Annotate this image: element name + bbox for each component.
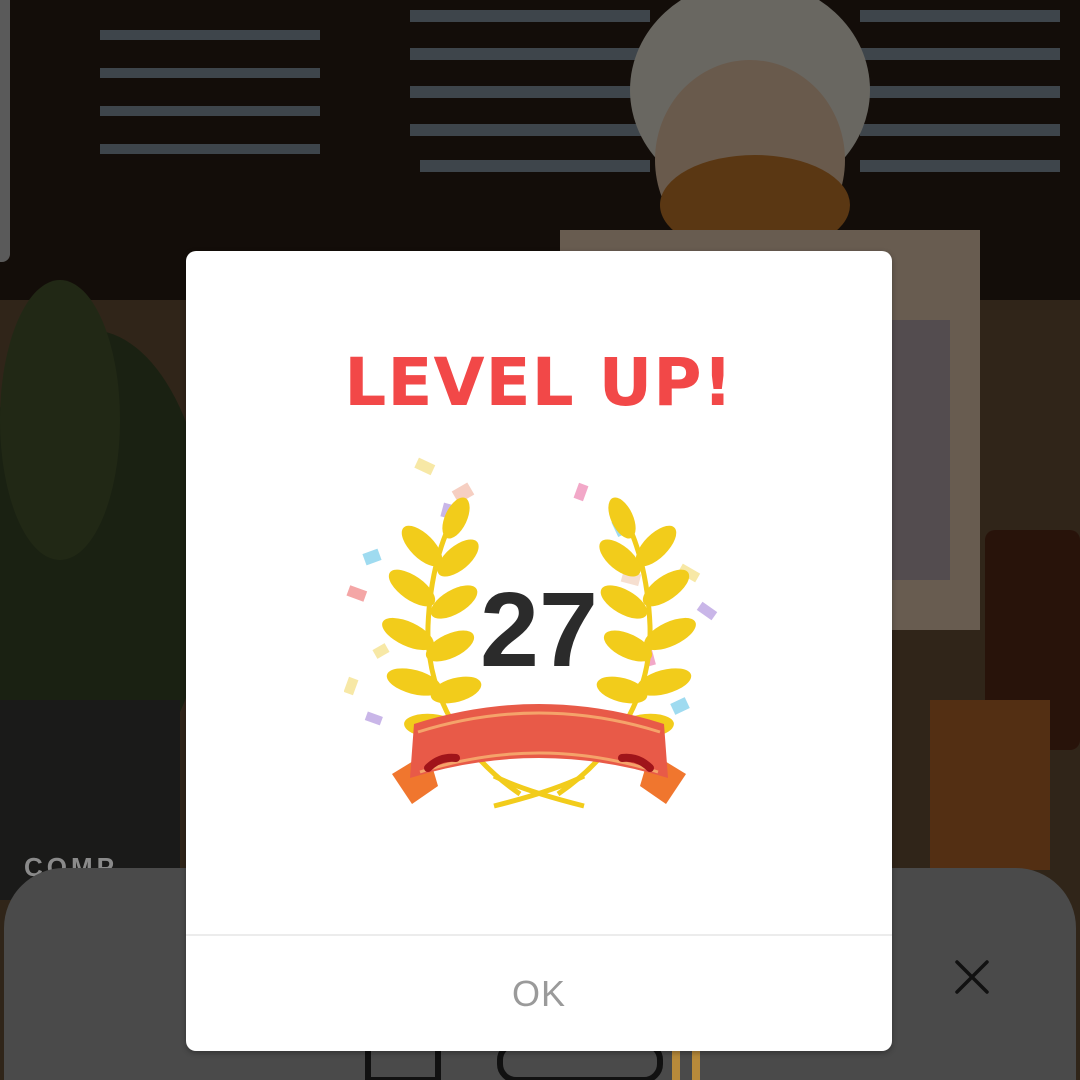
screen: COMP LEVEL UP! 27 OK [0,0,1080,1080]
dialog-title: LEVEL UP! [344,344,734,421]
close-icon[interactable] [950,955,994,999]
ribbon-banner-icon [392,704,686,804]
level-number: 27 [480,571,598,689]
ok-button[interactable]: OK [186,936,892,1051]
level-up-dialog: LEVEL UP! 27 OK [186,251,892,1051]
side-panel-handle[interactable] [0,0,10,262]
